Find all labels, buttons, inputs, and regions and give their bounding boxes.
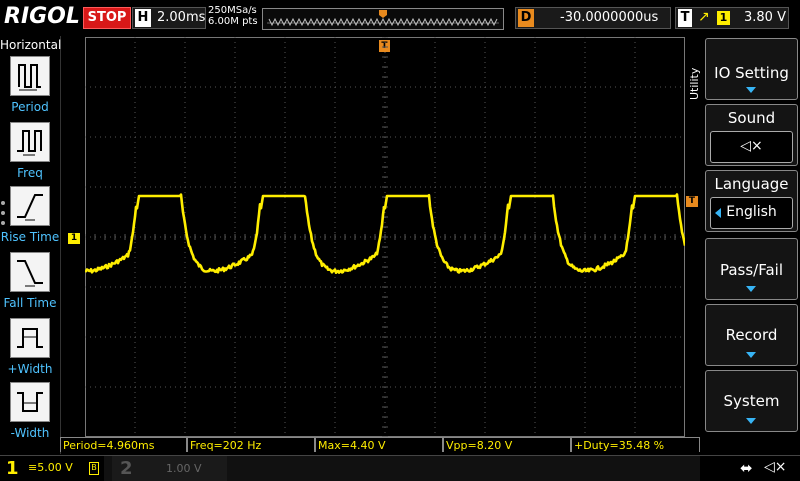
measurement-bar: Period=4.960ms Freq=202 Hz Max=4.40 V Vp… (60, 437, 700, 453)
system-label: System (723, 392, 780, 410)
fall-time-label: Fall Time (3, 296, 57, 310)
record-label: Record (725, 326, 778, 344)
chevron-down-icon (746, 286, 756, 292)
io-setting-button[interactable]: IO Setting (705, 38, 798, 100)
delay-value: -30.0000000us (560, 10, 659, 25)
utility-section-label: Utility (688, 67, 701, 100)
neg-width-icon (10, 382, 50, 422)
acquisition-info: 250MSa/s 6.00M pts (208, 5, 258, 27)
chevron-down-icon (746, 87, 756, 93)
language-value: English (726, 204, 777, 220)
ch1-scale: ≡5.00 V (28, 461, 73, 474)
timebase-value: 2.00ms (157, 10, 206, 25)
rigol-logo: RIGOL (4, 4, 80, 29)
fall-time-button[interactable]: Fall Time (3, 252, 57, 310)
ch1-offset-marker[interactable]: 1 (68, 233, 80, 244)
language-button[interactable]: Language English (705, 170, 798, 232)
pass-fail-label: Pass/Fail (719, 261, 784, 279)
period-icon (10, 56, 50, 96)
timeline-graphic (267, 10, 499, 27)
rise-time-icon (10, 186, 50, 226)
pass-fail-button[interactable]: Pass/Fail (705, 238, 798, 300)
right-menu: IO Setting Sound ◁× Language English Pas… (705, 38, 798, 438)
channel-bar: 1 ≡5.00 V B 2 1.00 V ⬌ ◁× (0, 455, 800, 481)
trigger-label: T (678, 9, 692, 27)
pos-width-button[interactable]: +Width (6, 318, 54, 376)
speaker-mute-icon[interactable]: ◁× (764, 459, 787, 475)
fall-time-icon (10, 252, 50, 292)
trigger-level-marker[interactable]: T (686, 196, 698, 207)
freq-icon (10, 122, 50, 162)
usb-icon: ⬌ (740, 459, 753, 477)
status-icons: ⬌ ◁× (700, 456, 800, 481)
measurement-freq[interactable]: Freq=202 Hz (187, 437, 315, 452)
ch1-status[interactable]: 1 ≡5.00 V B (0, 456, 104, 481)
period-label: Period (11, 100, 49, 114)
ch2-number: 2 (120, 458, 133, 479)
bandwidth-limit-icon: B (89, 462, 99, 475)
language-value-box: English (710, 197, 793, 229)
run-stop-status[interactable]: STOP (83, 7, 131, 29)
delay-label: D (518, 9, 534, 27)
pos-width-label: +Width (7, 362, 53, 376)
system-button[interactable]: System (705, 370, 798, 432)
top-bar: RIGOL STOP H 2.00ms 250MSa/s 6.00M pts D… (0, 0, 800, 36)
chevron-down-icon (746, 418, 756, 424)
freq-button[interactable]: Freq (6, 122, 54, 180)
chevron-down-icon (746, 352, 756, 358)
memory-timeline (262, 8, 504, 30)
sound-label: Sound (727, 109, 776, 127)
horizontal-timebase[interactable]: H 2.00ms (132, 7, 206, 29)
trigger-source: 1 (717, 11, 730, 25)
trigger-box[interactable]: T ↗ 1 3.80 V (675, 7, 789, 29)
left-menu-title: Horizontal (0, 38, 62, 52)
trigger-level: 3.80 V (744, 10, 786, 25)
speaker-mute-icon: ◁× (740, 138, 763, 154)
ch2-status[interactable]: 2 1.00 V (112, 456, 227, 481)
rise-time-button[interactable]: Rise Time (1, 186, 59, 244)
neg-width-label: -Width (10, 426, 50, 440)
rising-edge-icon: ↗ (698, 9, 710, 25)
waveform-svg (85, 37, 685, 437)
io-setting-label: IO Setting (714, 64, 789, 82)
language-label: Language (714, 175, 789, 193)
pos-width-icon (10, 318, 50, 358)
left-menu: Horizontal Period Freq Rise Time Fall Ti… (0, 36, 61, 454)
record-button[interactable]: Record (705, 304, 798, 366)
waveform-display[interactable] (85, 37, 685, 437)
measurement-vpp[interactable]: Vpp=8.20 V (443, 437, 571, 452)
neg-width-button[interactable]: -Width (6, 382, 54, 440)
rise-time-label: Rise Time (0, 230, 60, 244)
period-button[interactable]: Period (6, 56, 54, 114)
left-scroll-dots (1, 201, 5, 225)
sample-rate: 250MSa/s (208, 5, 257, 16)
freq-label: Freq (17, 166, 43, 180)
measurement-duty[interactable]: +Duty=35.48 % (571, 437, 700, 452)
sound-value-box: ◁× (710, 131, 793, 163)
measurement-max[interactable]: Max=4.40 V (315, 437, 443, 452)
delay-box[interactable]: D -30.0000000us (515, 7, 671, 29)
memory-depth: 6.00M pts (208, 16, 258, 27)
ch2-scale: 1.00 V (166, 462, 202, 475)
measurement-period[interactable]: Period=4.960ms (60, 437, 187, 452)
sound-button[interactable]: Sound ◁× (705, 104, 798, 166)
ch1-waveform (85, 193, 685, 274)
horizontal-label: H (135, 9, 151, 27)
ch1-number: 1 (6, 458, 19, 479)
